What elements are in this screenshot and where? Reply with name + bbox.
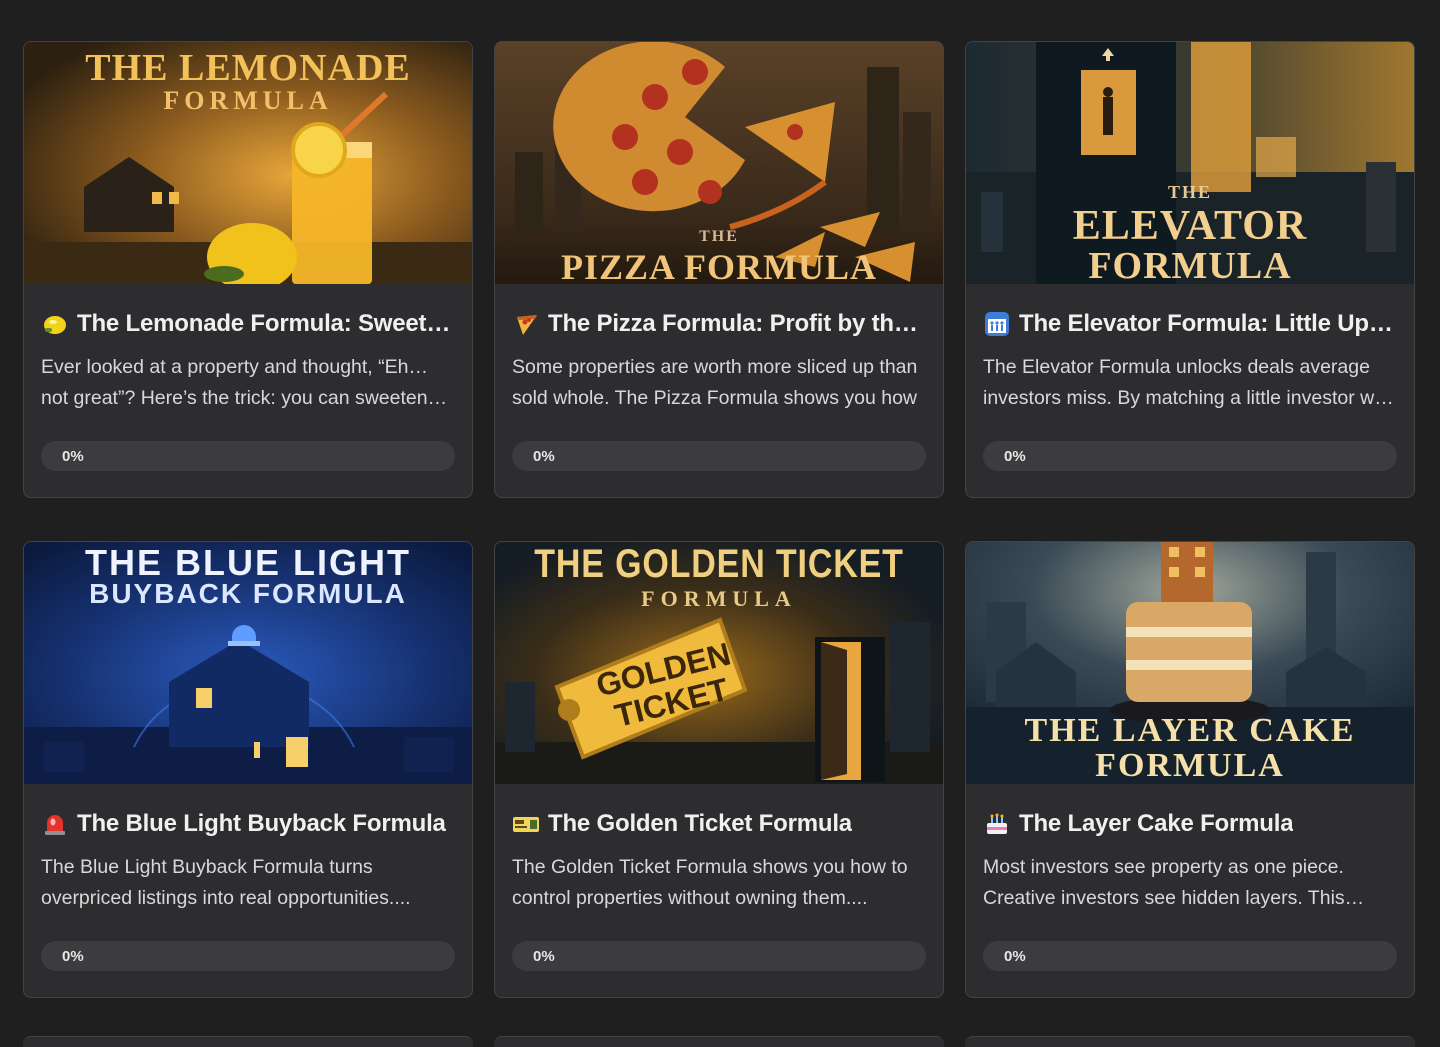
course-description: Ever looked at a property and thought, “… <box>41 356 428 409</box>
course-grid: THE LEMONADE FORMULA The Lemonade Formul… <box>23 41 1415 998</box>
progress-bar: 0% <box>41 441 455 471</box>
image-title-bottom: PIZZA FORMULA <box>560 247 877 284</box>
progress-label: 0% <box>1004 448 1026 465</box>
course-card[interactable]: THE ELEVATOR FORMULA The Elevator Formul… <box>965 41 1415 498</box>
course-thumbnail: THE ELEVATOR FORMULA <box>966 42 1414 284</box>
image-title-top: THE LEMONADE <box>85 47 411 89</box>
course-thumbnail: THE LAYER CAKE FORMULA <box>966 542 1414 784</box>
image-title-top: THE LAYER CAKE <box>1024 712 1356 749</box>
course-thumbnail: THE LEMONADE FORMULA <box>24 42 472 284</box>
image-title-bottom: FORMULA <box>1095 747 1285 784</box>
course-card[interactable]: THE LEMONADE FORMULA The Lemonade Formul… <box>23 41 473 498</box>
course-title[interactable]: The Golden Ticket Formula <box>548 810 852 838</box>
progress-label: 0% <box>533 448 555 465</box>
image-title-bottom: BUYBACK FORMULA <box>89 578 407 609</box>
progress-bar: 0% <box>41 941 455 971</box>
image-title-top: THE <box>699 228 739 245</box>
image-title-bottom: FORMULA <box>641 586 797 611</box>
progress-bar: 0% <box>983 941 1397 971</box>
course-title[interactable]: The Elevator Formula: Little Up, Big Up <box>1019 310 1397 338</box>
image-title-top: THE <box>1167 182 1212 202</box>
course-card[interactable]: THE PIZZA FORMULA The Pizza Formula: Pro… <box>494 41 944 498</box>
progress-label: 0% <box>62 448 84 465</box>
progress-bar: 0% <box>512 441 926 471</box>
progress-bar: 0% <box>983 441 1397 471</box>
cake-icon <box>983 810 1011 838</box>
course-description: The Blue Light Buyback Formula turns ove… <box>41 856 411 909</box>
image-title-middle: ELEVATOR <box>1072 203 1308 249</box>
lemon-icon <box>41 310 69 338</box>
course-thumbnail: THE PIZZA FORMULA <box>495 42 943 284</box>
image-title-bottom: FORMULA <box>163 86 333 115</box>
course-description: The Elevator Formula unlocks deals avera… <box>983 356 1395 409</box>
elevator-icon <box>983 310 1011 338</box>
course-thumbnail: THE GOLDEN TICKET FORMULA GOLDEN TICKET <box>495 542 943 784</box>
course-description: Some properties are worth more sliced up… <box>512 356 918 409</box>
siren-icon <box>41 810 69 838</box>
progress-label: 0% <box>533 948 555 965</box>
course-card[interactable]: THE BLUE LIGHT BUYBACK FORMULA The Blue … <box>23 541 473 998</box>
progress-label: 0% <box>1004 948 1026 965</box>
ticket-icon <box>512 810 540 838</box>
course-card[interactable]: THE LAYER CAKE FORMULA The Layer Cake Fo… <box>965 541 1415 998</box>
course-thumbnail: THE BLUE LIGHT BUYBACK FORMULA <box>24 542 472 784</box>
course-card[interactable]: THE GOLDEN TICKET FORMULA GOLDEN TICKET … <box>494 541 944 998</box>
progress-label: 0% <box>62 948 84 965</box>
course-title[interactable]: The Lemonade Formula: Sweeten the Deal <box>77 310 455 338</box>
course-description: The Golden Ticket Formula shows you how … <box>512 856 908 909</box>
image-title-bottom: FORMULA <box>1088 245 1292 284</box>
image-title-top: THE GOLDEN TICKET <box>534 542 904 586</box>
progress-bar: 0% <box>512 941 926 971</box>
course-title[interactable]: The Layer Cake Formula <box>1019 810 1293 838</box>
course-title[interactable]: The Pizza Formula: Profit by the Slice <box>548 310 926 338</box>
course-description: Most investors see property as one piece… <box>983 856 1345 909</box>
course-title[interactable]: The Blue Light Buyback Formula <box>77 810 446 838</box>
pizza-icon <box>512 310 540 338</box>
